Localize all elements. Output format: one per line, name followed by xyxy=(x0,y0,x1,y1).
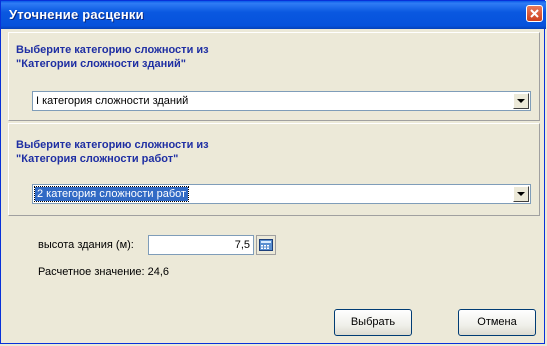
height-input[interactable]: 7,5 xyxy=(148,235,254,255)
result-text: Расчетное значение: 24,6 xyxy=(38,266,170,278)
window-title: Уточнение расценки xyxy=(9,7,144,22)
title-bar[interactable]: Уточнение расценки xyxy=(1,1,546,29)
building-category-panel: Выберите категорию сложности из "Категор… xyxy=(8,32,540,121)
work-category-value: 2 категория сложности работ xyxy=(33,186,190,202)
building-category-value: I категория сложности зданий xyxy=(36,95,189,107)
work-category-dropdown-button[interactable] xyxy=(513,186,529,202)
building-category-dropdown-button[interactable] xyxy=(513,93,529,109)
calculator-button[interactable] xyxy=(256,235,276,255)
height-label: высота здания (м): xyxy=(38,239,134,251)
dialog-window: Уточнение расценки Выберите категорию сл… xyxy=(0,0,546,344)
select-button[interactable]: Выбрать xyxy=(334,309,412,336)
calculator-icon xyxy=(259,239,273,251)
work-category-panel: Выберите категорию сложности из "Категор… xyxy=(8,123,540,216)
close-icon xyxy=(530,9,539,18)
work-category-heading: Выберите категорию сложности из "Категор… xyxy=(16,139,209,165)
chevron-down-icon xyxy=(517,192,525,196)
building-category-heading: Выберите категорию сложности из "Категор… xyxy=(16,44,209,70)
close-button[interactable] xyxy=(526,5,543,22)
building-category-select[interactable]: I категория сложности зданий xyxy=(32,91,531,111)
chevron-down-icon xyxy=(517,99,525,103)
height-value: 7,5 xyxy=(234,239,250,251)
cancel-button[interactable]: Отмена xyxy=(458,309,536,336)
work-category-select[interactable]: 2 категория сложности работ xyxy=(32,184,531,204)
